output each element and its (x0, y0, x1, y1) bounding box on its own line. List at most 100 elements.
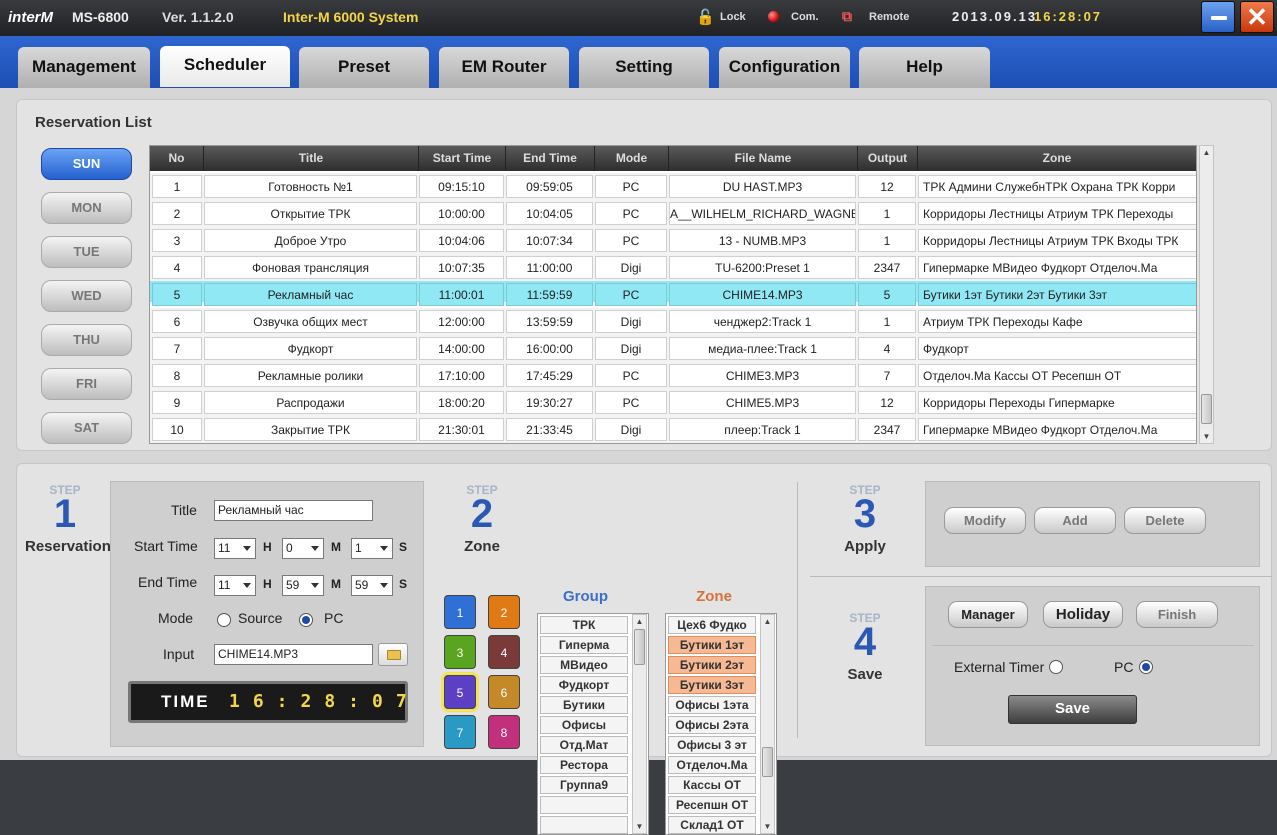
lock-label[interactable]: Lock (720, 11, 746, 23)
browse-folder-button[interactable] (378, 643, 408, 666)
zone-scroll-down-icon[interactable]: ▼ (761, 820, 774, 833)
start-second-select[interactable]: 1 (351, 538, 393, 559)
column-header-zone[interactable]: Zone (918, 146, 1196, 171)
mode-source-label[interactable]: Source (238, 610, 282, 626)
table-row[interactable]: 3 Доброе Утро 10:04:06 10:07:34 PC 13 - NUMB.… (150, 227, 1196, 254)
column-header-end-time[interactable]: End Time (506, 146, 595, 171)
tab-configuration[interactable]: Configuration (719, 47, 850, 88)
table-row[interactable]: 1 Готовность №1 09:15:10 09:59:05 PC DU HAST.… (150, 173, 1196, 200)
tab-setting[interactable]: Setting (579, 47, 709, 88)
zone-list-item[interactable]: Офисы 3 эт (668, 736, 756, 754)
timer-pc-label[interactable]: PC (1114, 659, 1133, 675)
group-list-item[interactable]: Группа9 (540, 776, 628, 794)
table-row[interactable]: 8 Рекламные ролики 17:10:00 17:45:29 PC CHIME… (150, 362, 1196, 389)
group-list-scrollbar[interactable]: ▲ ▼ (632, 614, 647, 834)
group-list-item[interactable]: Отд.Мат (540, 736, 628, 754)
table-row[interactable]: 4 Фоновая трансляция 10:07:35 11:00:00 Digi T… (150, 254, 1196, 281)
day-fri-button[interactable]: FRI (41, 368, 132, 400)
scroll-thumb[interactable] (1201, 394, 1212, 424)
group-list-item[interactable]: Рестора (540, 756, 628, 774)
table-row[interactable]: 10 Закрытие ТРК 21:30:01 21:33:45 Digi плеер:… (150, 416, 1196, 443)
day-sun-button[interactable]: SUN (41, 148, 132, 180)
save-button[interactable]: Save (1008, 695, 1137, 724)
holiday-button[interactable]: Holiday (1043, 601, 1123, 628)
zone-list-item[interactable]: Отделоч.Ма (668, 756, 756, 774)
column-header-title[interactable]: Title (204, 146, 419, 171)
zone-scroll-up-icon[interactable]: ▲ (761, 615, 774, 628)
external-timer-radio[interactable] (1049, 660, 1063, 674)
table-scrollbar[interactable]: ▲ ▼ (1199, 145, 1214, 444)
day-wed-button[interactable]: WED (41, 280, 132, 312)
zone-scroll-thumb[interactable] (762, 747, 773, 777)
remote-icon[interactable]: ⧉ (842, 8, 852, 25)
external-timer-label[interactable]: External Timer (954, 659, 1044, 675)
zone-list-item[interactable]: Бутики 3эт (668, 676, 756, 694)
start-hour-select[interactable]: 11 (214, 538, 256, 559)
zone-list-item[interactable]: Склад1 ОТ (668, 816, 756, 834)
modify-button[interactable]: Modify (944, 507, 1026, 534)
scroll-down-icon[interactable]: ▼ (1200, 430, 1213, 443)
tab-preset[interactable]: Preset (299, 47, 429, 88)
group-list-item[interactable] (540, 796, 628, 814)
timer-pc-radio[interactable] (1139, 660, 1153, 674)
zone-list-scrollbar[interactable]: ▲ ▼ (760, 614, 775, 834)
close-button[interactable]: ✕ (1240, 1, 1274, 33)
zone-list-item[interactable]: Цех6 Фудко (668, 616, 756, 634)
group-list-item[interactable]: Бутики (540, 696, 628, 714)
table-row[interactable]: 7 Фудкорт 14:00:00 16:00:00 Digi медиа-плее:T… (150, 335, 1196, 362)
day-thu-button[interactable]: THU (41, 324, 132, 356)
day-sat-button[interactable]: SAT (41, 412, 132, 444)
column-header-no[interactable]: No (150, 146, 204, 171)
group-list-item[interactable]: Фудкорт (540, 676, 628, 694)
end-minute-select[interactable]: 59 (282, 575, 324, 596)
table-row[interactable]: 5 Рекламный час 11:00:01 11:59:59 PC CHIME14.… (150, 281, 1196, 306)
zone-list-item[interactable]: Офисы 2эта (668, 716, 756, 734)
title-input[interactable]: Рекламный час (214, 500, 373, 521)
table-row[interactable]: 2 Открытие ТРК 10:00:00 10:04:05 PC A__WILHEL… (150, 200, 1196, 227)
table-row[interactable]: 9 Распродажи 18:00:20 19:30:27 PC CHIME5.MP3 1… (150, 389, 1196, 416)
zone-button-8[interactable]: 8 (488, 715, 520, 749)
day-tue-button[interactable]: TUE (41, 236, 132, 268)
zone-button-2[interactable]: 2 (488, 595, 520, 629)
manager-button[interactable]: Manager (948, 601, 1028, 628)
group-scroll-up-icon[interactable]: ▲ (633, 615, 646, 628)
group-list-item[interactable] (540, 816, 628, 834)
group-scroll-thumb[interactable] (634, 629, 645, 665)
zone-button-3[interactable]: 3 (444, 635, 476, 669)
zone-button-4[interactable]: 4 (488, 635, 520, 669)
tab-em-router[interactable]: EM Router (439, 47, 569, 88)
zone-button-7[interactable]: 7 (444, 715, 476, 749)
mode-source-radio[interactable] (217, 613, 231, 627)
table-row[interactable]: 6 Озвучка общих мест 12:00:00 13:59:59 Digi ч… (150, 308, 1196, 335)
input-file-field[interactable]: CHIME14.MP3 (214, 644, 373, 665)
group-list-item[interactable]: Офисы (540, 716, 628, 734)
column-header-file-name[interactable]: File Name (669, 146, 858, 171)
group-list-item[interactable]: МВидео (540, 656, 628, 674)
zone-list-item[interactable]: Бутики 1эт (668, 636, 756, 654)
zone-list-item[interactable]: Офисы 1эта (668, 696, 756, 714)
mode-pc-label[interactable]: PC (324, 610, 343, 626)
remote-label[interactable]: Remote (869, 11, 909, 23)
zone-list-item[interactable]: Бутики 2эт (668, 656, 756, 674)
column-header-start-time[interactable]: Start Time (419, 146, 506, 171)
zone-list-item[interactable]: Кассы ОТ (668, 776, 756, 794)
zone-button-1[interactable]: 1 (444, 595, 476, 629)
zone-list-item[interactable]: Ресепшн ОТ (668, 796, 756, 814)
tab-help[interactable]: Help (859, 47, 990, 88)
tab-management[interactable]: Management (18, 47, 150, 88)
lock-icon[interactable]: 🔓 (696, 8, 715, 26)
scroll-up-icon[interactable]: ▲ (1200, 146, 1213, 159)
group-scroll-down-icon[interactable]: ▼ (633, 820, 646, 833)
end-hour-select[interactable]: 11 (214, 575, 256, 596)
group-list-item[interactable]: ТРК (540, 616, 628, 634)
start-minute-select[interactable]: 0 (282, 538, 324, 559)
mode-pc-radio[interactable] (299, 613, 313, 627)
day-mon-button[interactable]: MON (41, 192, 132, 224)
zone-button-5[interactable]: 5 (444, 675, 476, 709)
tab-scheduler[interactable]: Scheduler (160, 46, 290, 87)
delete-button[interactable]: Delete (1124, 507, 1206, 534)
minimize-button[interactable] (1201, 1, 1235, 33)
finish-button[interactable]: Finish (1136, 601, 1218, 628)
add-button[interactable]: Add (1034, 507, 1116, 534)
column-header-mode[interactable]: Mode (595, 146, 669, 171)
